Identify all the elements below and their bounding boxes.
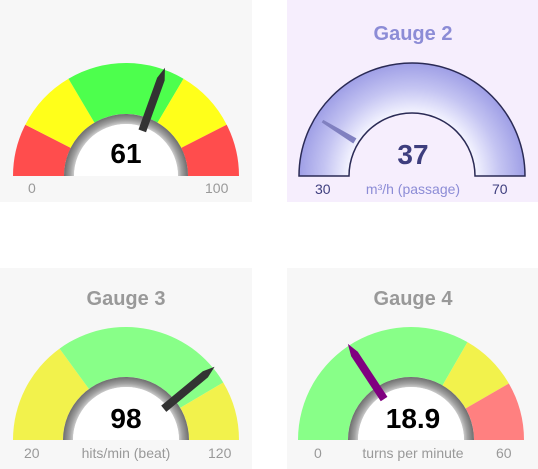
gauge-4-unit: turns per minute [362,445,464,461]
gauge-3-unit: hits/min (beat) [81,445,171,461]
gauge-panel-3: Gauge 3 98 20 120 hits/min (beat) [0,268,252,469]
gauge-3-title: Gauge 3 [86,288,166,310]
gauge-4-title: Gauge 4 [373,288,453,310]
gauge-4-value: 18.9 [385,403,441,434]
gauge-1-min-label: 0 [28,180,36,196]
gauge-2-unit: m³/h (passage) [365,181,461,197]
gauge-2-value: 37 [397,139,429,170]
gauge-panel-2: Gauge 2 37 30 70 m³/h (passage) [287,0,538,202]
gauge-panel-1: 61 0 100 [0,0,252,202]
gauge-panel-4: Gauge 4 18.9 0 60 turns per minute [287,268,538,469]
gauge-3-value: 98 [110,403,142,434]
gauge-2-title: Gauge 2 [373,23,453,45]
gauge-1-max-label: 100 [205,180,229,196]
gauge-1-dial [0,0,252,202]
gauge-1-value: 61 [110,138,142,169]
